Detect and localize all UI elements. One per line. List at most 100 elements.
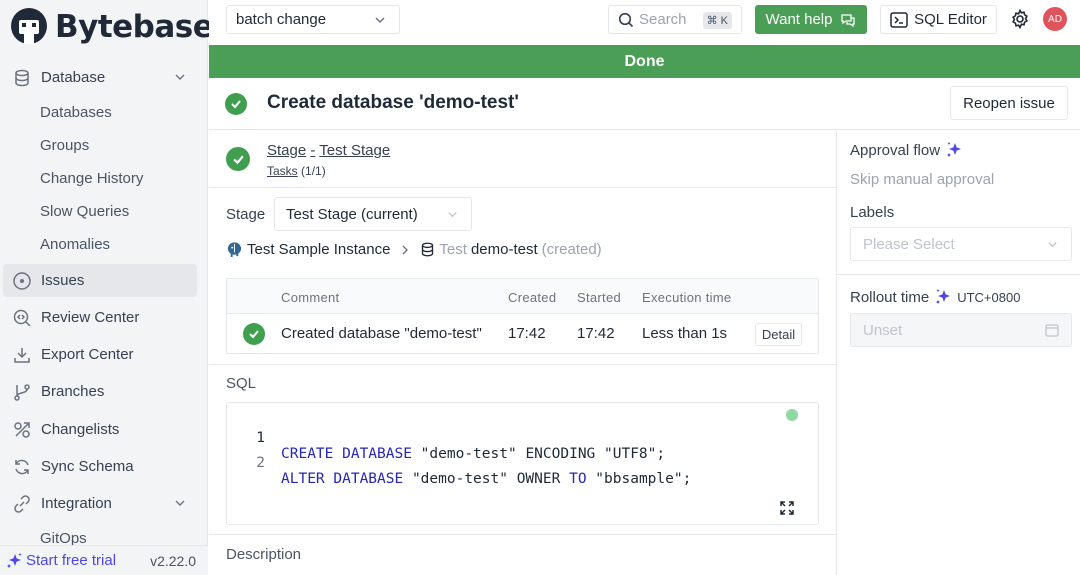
stage-prefix-link[interactable]: Stage bbox=[267, 142, 306, 159]
labels-placeholder: Please Select bbox=[863, 235, 955, 253]
sql-editor-button[interactable]: SQL Editor bbox=[880, 5, 997, 34]
start-free-trial-link[interactable]: Start free trial bbox=[6, 552, 116, 570]
detail-button[interactable]: Detail bbox=[755, 323, 802, 346]
postgresql-icon bbox=[227, 242, 242, 258]
task-breadcrumb: Test Sample Instance Test demo-test (cre… bbox=[226, 241, 602, 258]
sparkles-icon bbox=[947, 142, 962, 157]
description-section: Description bbox=[209, 534, 836, 575]
sidebar-item-label: Database bbox=[41, 69, 106, 86]
sql-section: SQL 1 CREATE DATABASE "demo-test" ENCODI… bbox=[209, 364, 836, 525]
stage-select[interactable]: Test Stage (current) bbox=[274, 197, 472, 231]
issue-header: Create database 'demo-test' Reopen issue bbox=[209, 78, 1080, 130]
chevron-down-icon[interactable] bbox=[173, 70, 187, 84]
instance-name[interactable]: Test Sample Instance bbox=[247, 241, 390, 258]
topbar: batch change Search ⌘ K Want help SQL Ed… bbox=[209, 0, 1080, 44]
rollout-time-label: Rollout time bbox=[850, 288, 930, 306]
database-name[interactable]: demo-test bbox=[471, 241, 538, 258]
cell-execution-time: Less than 1s bbox=[642, 325, 728, 342]
database-icon bbox=[11, 67, 33, 89]
sidebar-item-review-center[interactable]: Review Center bbox=[3, 301, 197, 334]
description-label: Description bbox=[226, 546, 302, 563]
sql-keyword: TO bbox=[569, 471, 587, 487]
sidebar-item-issues[interactable]: Issues bbox=[3, 264, 197, 297]
divider bbox=[837, 274, 1080, 275]
sidebar-subitem-groups[interactable]: Groups bbox=[40, 137, 89, 154]
sql-keyword: ALTER DATABASE bbox=[281, 471, 404, 487]
sidebar-item-label: Integration bbox=[41, 495, 112, 512]
sql-text: "bbsample"; bbox=[586, 471, 692, 487]
database-status: (created) bbox=[541, 241, 602, 258]
approval-flow-label: Approval flow bbox=[850, 141, 941, 159]
chevron-down-icon[interactable] bbox=[173, 496, 187, 510]
stage-select-value: Test Stage (current) bbox=[286, 205, 418, 223]
stage-name-link[interactable]: Test Stage bbox=[319, 142, 390, 159]
terminal-icon bbox=[890, 11, 908, 28]
search-placeholder: Search bbox=[639, 11, 687, 28]
stage-link: Stage - Test Stage bbox=[267, 142, 390, 159]
sidebar-subitem-slow-queries[interactable]: Slow Queries bbox=[40, 203, 129, 220]
rollout-time-input[interactable]: Unset bbox=[850, 313, 1072, 347]
sidebar-item-database[interactable]: Database bbox=[3, 61, 197, 94]
app-root: Bytebase Database Databases Groups Chang… bbox=[0, 0, 1080, 575]
approval-flow-title: Approval flow bbox=[850, 141, 963, 159]
sidebar-subitem-anomalies[interactable]: Anomalies bbox=[40, 236, 110, 253]
column-header-created: Created bbox=[508, 290, 557, 305]
search-input[interactable]: Search ⌘ K bbox=[608, 5, 742, 34]
logo[interactable]: Bytebase bbox=[9, 7, 214, 47]
sql-text: "demo-test" ENCODING "UTF8"; bbox=[411, 446, 666, 462]
sidebar-subitem-change-history[interactable]: Change History bbox=[40, 170, 143, 187]
chevron-down-icon bbox=[1048, 242, 1057, 248]
check-circle-icon bbox=[243, 323, 265, 345]
rollout-time-placeholder: Unset bbox=[863, 321, 903, 339]
sidebar: Bytebase Database Databases Groups Chang… bbox=[0, 0, 214, 575]
labels-title: Labels bbox=[850, 204, 894, 221]
gear-icon[interactable] bbox=[1010, 9, 1030, 29]
labels-select[interactable]: Please Select bbox=[850, 227, 1072, 261]
version-label: v2.22.0 bbox=[150, 552, 196, 569]
start-free-trial-label: Start free trial bbox=[26, 552, 117, 569]
sidebar-item-branches[interactable]: Branches bbox=[3, 375, 197, 408]
issue-main: Stage - Test Stage Tasks (1/1) Stage Tes… bbox=[209, 131, 836, 575]
sidebar-item-sync-schema[interactable]: Sync Schema bbox=[3, 450, 197, 483]
want-help-button[interactable]: Want help bbox=[755, 5, 867, 34]
brand-name: Bytebase bbox=[55, 9, 214, 45]
sql-editor-label: SQL Editor bbox=[914, 11, 987, 28]
editor-status-dot bbox=[786, 409, 798, 421]
circle-dot-icon bbox=[11, 270, 33, 292]
column-header-execution-time: Execution time bbox=[642, 290, 732, 305]
sql-editor[interactable]: 1 CREATE DATABASE "demo-test" ENCODING "… bbox=[226, 402, 819, 525]
issue-title: Create database 'demo-test' bbox=[267, 92, 519, 113]
sidebar-item-changelists[interactable]: Changelists bbox=[3, 413, 197, 446]
stage-summary: Stage - Test Stage Tasks (1/1) bbox=[209, 131, 836, 188]
want-help-label: Want help bbox=[765, 11, 833, 28]
sidebar-item-label: Issues bbox=[41, 272, 85, 289]
table-row: Created database "demo-test" 17:42 17:42… bbox=[227, 314, 818, 354]
sparkles-icon bbox=[7, 552, 22, 568]
check-circle-icon bbox=[225, 93, 247, 115]
sql-label: SQL bbox=[226, 375, 257, 392]
line-number: 2 bbox=[256, 455, 265, 471]
sidebar-item-integration[interactable]: Integration bbox=[3, 487, 197, 520]
reopen-issue-button[interactable]: Reopen issue bbox=[950, 86, 1068, 120]
tasks-label-link[interactable]: Tasks bbox=[267, 164, 298, 178]
environment-name: Test bbox=[439, 241, 467, 258]
user-avatar[interactable]: AD bbox=[1043, 7, 1067, 31]
sidebar-subitem-databases[interactable]: Databases bbox=[40, 104, 112, 121]
sidebar-item-label: Branches bbox=[41, 383, 105, 400]
tasks-count: (1/1) bbox=[301, 164, 326, 178]
sidebar-footer: Start free trial v2.22.0 bbox=[0, 545, 208, 575]
stage-selector-label: Stage bbox=[226, 206, 266, 223]
expand-icon[interactable] bbox=[779, 500, 795, 516]
sidebar-item-label: Sync Schema bbox=[41, 458, 134, 475]
approval-flow-value: Skip manual approval bbox=[850, 171, 995, 188]
link-icon bbox=[11, 493, 33, 515]
labels-label: Labels bbox=[850, 204, 895, 221]
project-select[interactable]: batch change bbox=[226, 5, 400, 34]
sidebar-item-export-center[interactable]: Export Center bbox=[3, 338, 197, 371]
review-search-icon bbox=[11, 307, 33, 329]
chevron-right-icon bbox=[402, 245, 409, 254]
rollout-time-title: Rollout time UTC+0800 bbox=[850, 288, 1020, 306]
sparkles-icon bbox=[936, 289, 951, 304]
tasks-link: Tasks (1/1) bbox=[267, 164, 326, 178]
cell-started: 17:42 bbox=[577, 325, 615, 342]
